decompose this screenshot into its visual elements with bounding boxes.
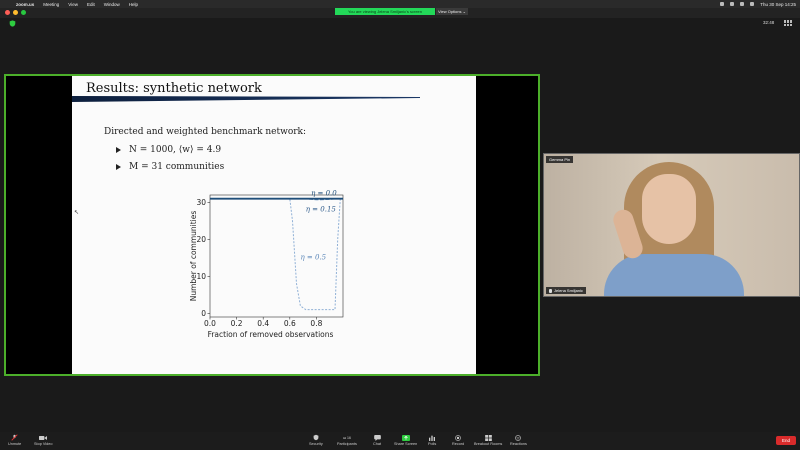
close-window-button[interactable] bbox=[5, 10, 10, 15]
participant-video-tile[interactable]: Gemma Pin Jelena Smiljanic bbox=[543, 153, 800, 297]
menu-edit[interactable]: Edit bbox=[87, 2, 95, 7]
shared-screen[interactable]: Results: synthetic network Directed and … bbox=[4, 74, 540, 376]
video-camera-icon bbox=[39, 434, 48, 441]
participant-face bbox=[642, 174, 696, 244]
view-options-button[interactable]: View Options ⌄ bbox=[436, 8, 468, 15]
presentation-slide: Results: synthetic network Directed and … bbox=[72, 76, 476, 374]
y-axis-label: Number of communities bbox=[189, 211, 198, 302]
security-shield-icon[interactable] bbox=[9, 20, 16, 27]
mouse-cursor: ↖ bbox=[74, 210, 80, 216]
participant-name-tag: Jelena Smiljanic bbox=[546, 287, 586, 294]
record-button[interactable]: Record bbox=[452, 434, 464, 446]
status-icon[interactable] bbox=[720, 2, 725, 6]
polls-button[interactable]: Polls bbox=[428, 434, 436, 446]
battery-icon[interactable] bbox=[740, 2, 745, 6]
series-annotation: η = 0.0 bbox=[311, 190, 337, 198]
status-icon[interactable] bbox=[730, 2, 735, 6]
minimize-window-button[interactable] bbox=[13, 10, 18, 15]
x-tick-label: 0.8 bbox=[310, 319, 322, 328]
slide-bullet-text: M = 31 communities bbox=[129, 162, 225, 172]
menu-clock[interactable]: Thu 30 Sep 14:25 bbox=[760, 2, 796, 7]
participants-icon: 16 bbox=[343, 434, 351, 441]
slide-title-bar bbox=[72, 96, 420, 102]
status-area: Thu 30 Sep 14:25 bbox=[720, 2, 796, 7]
menu-meeting[interactable]: Meeting bbox=[43, 2, 59, 7]
x-tick-label: 0.4 bbox=[257, 319, 269, 328]
communities-chart: 0.0 0.2 0.4 0.6 0.80102030Fraction of remove… bbox=[189, 190, 344, 339]
menu-window[interactable]: Window bbox=[104, 2, 120, 7]
window-titlebar: You are viewing Jelena Smiljanic's scree… bbox=[0, 8, 800, 18]
mic-icon bbox=[549, 288, 552, 293]
breakout-rooms-icon bbox=[484, 434, 492, 441]
record-icon bbox=[454, 434, 462, 441]
reactions-button[interactable]: Reactions bbox=[510, 434, 527, 446]
participants-button[interactable]: 16 Participants bbox=[337, 434, 357, 447]
participants-count: 16 bbox=[347, 435, 351, 440]
meeting-timer: 32:48 bbox=[763, 20, 775, 25]
polls-icon bbox=[428, 434, 436, 441]
series-annotation: η = 0.5 bbox=[300, 254, 326, 262]
participant-name: Jelena Smiljanic bbox=[554, 288, 583, 293]
zoom-window-button[interactable] bbox=[21, 10, 26, 15]
share-screen-icon bbox=[401, 434, 410, 441]
shield-icon bbox=[312, 434, 320, 441]
slide-intro: Directed and weighted benchmark network: bbox=[104, 127, 307, 137]
window-controls bbox=[5, 10, 26, 15]
series-annotation: η = 0.15 bbox=[306, 206, 337, 214]
participant-label-top: Gemma Pin bbox=[546, 156, 574, 163]
share-screen-button[interactable]: Share Screen bbox=[394, 434, 417, 446]
x-tick-label: 0.0 bbox=[204, 319, 216, 328]
x-tick-label: 0.2 bbox=[231, 319, 243, 328]
security-button[interactable]: Security bbox=[309, 434, 323, 446]
menu-app-name[interactable]: zoom.us bbox=[16, 2, 34, 7]
unmute-button[interactable]: Unmute bbox=[8, 434, 21, 446]
slide-bullet: N = 1000, ⟨w⟩ = 4.9 bbox=[116, 145, 221, 155]
y-tick-label: 0 bbox=[201, 309, 206, 318]
menu-help[interactable]: Help bbox=[129, 2, 138, 7]
participant-shirt bbox=[604, 254, 744, 296]
stop-video-button[interactable]: Stop Video bbox=[34, 434, 53, 446]
emoji-smile-icon bbox=[514, 434, 522, 441]
wifi-icon[interactable] bbox=[750, 2, 755, 6]
slide-bullet: M = 31 communities bbox=[116, 162, 224, 172]
end-meeting-button[interactable]: End bbox=[776, 436, 796, 445]
mic-muted-icon bbox=[11, 434, 19, 441]
breakout-rooms-button[interactable]: Breakout Rooms bbox=[474, 434, 502, 446]
chat-bubble-icon bbox=[373, 434, 381, 441]
y-tick-label: 30 bbox=[196, 198, 206, 207]
gallery-view-icon[interactable] bbox=[784, 20, 792, 26]
x-axis-label: Fraction of removed observations bbox=[208, 330, 334, 339]
slide-title: Results: synthetic network bbox=[86, 81, 262, 96]
viewing-screen-banner: You are viewing Jelena Smiljanic's scree… bbox=[335, 8, 435, 15]
meeting-toolbar: Unmute Stop Video Security 16 Participan… bbox=[0, 432, 800, 450]
macos-menu-bar: zoom.us Meeting View Edit Window Help Th… bbox=[0, 0, 800, 8]
slide-bullet-text: N = 1000, ⟨w⟩ = 4.9 bbox=[129, 145, 222, 155]
menu-view[interactable]: View bbox=[68, 2, 78, 7]
chat-button[interactable]: Chat bbox=[373, 434, 381, 446]
x-tick-label: 0.6 bbox=[284, 319, 296, 328]
